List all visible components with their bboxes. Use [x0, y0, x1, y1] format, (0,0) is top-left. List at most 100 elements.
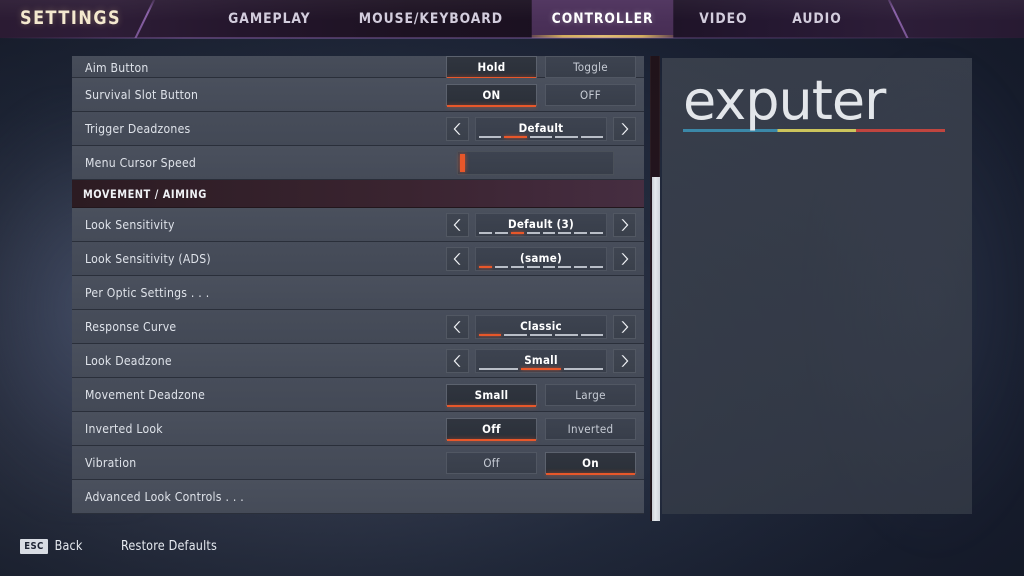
- watermark-text: exputer: [683, 69, 886, 132]
- tab-bar: GAMEPLAY MOUSE/KEYBOARD CONTROLLER VIDEO AUD…: [205, 0, 864, 38]
- stepper-segments: [479, 266, 603, 268]
- setting-row-aim-button[interactable]: Aim Button Hold Toggle: [72, 56, 644, 79]
- stepper-body[interactable]: (same): [475, 247, 607, 271]
- stepper-segment: [590, 266, 603, 268]
- stepper-segment: [542, 266, 556, 268]
- stepper-segment: [563, 368, 603, 370]
- toggle-option-off[interactable]: Off: [446, 418, 537, 441]
- stepper-body[interactable]: Small: [475, 349, 607, 373]
- toggle-group-movement-deadzone: Small Large: [446, 384, 636, 407]
- toggle-option-hold[interactable]: Hold: [446, 56, 537, 79]
- tab-audio[interactable]: AUDIO: [772, 0, 861, 38]
- setting-row-look-deadzone[interactable]: Look Deadzone Small: [72, 344, 644, 378]
- stepper-value: (same): [520, 250, 562, 265]
- toggle-option-small[interactable]: Small: [446, 384, 537, 407]
- stepper-body[interactable]: Default (3): [475, 213, 607, 237]
- stepper-segment: [479, 136, 502, 138]
- setting-row-per-optic-settings[interactable]: Per Optic Settings . . .: [72, 276, 644, 310]
- stepper-segment: [479, 266, 492, 268]
- setting-row-inverted-look[interactable]: Inverted Look Off Inverted: [72, 412, 644, 446]
- stepper-segment: [504, 136, 527, 138]
- settings-scrollbar[interactable]: [650, 56, 660, 521]
- stepper-segment: [504, 334, 527, 336]
- stepper-look-sensitivity-ads: (same): [446, 247, 636, 271]
- tab-video[interactable]: VIDEO: [679, 0, 767, 38]
- toggle-option-toggle[interactable]: Toggle: [545, 56, 636, 78]
- toggle-group-vibration: Off On: [446, 452, 636, 475]
- stepper-segment: [590, 232, 603, 234]
- stepper-segment: [510, 232, 524, 234]
- toggle-option-inverted[interactable]: Inverted: [545, 418, 636, 440]
- chevron-left-icon[interactable]: [446, 315, 469, 339]
- stepper-segment: [510, 266, 524, 268]
- toggle-option-off[interactable]: OFF: [545, 84, 636, 106]
- slider-handle[interactable]: [460, 154, 465, 172]
- back-label[interactable]: Back: [55, 539, 83, 554]
- stepper-look-deadzone: Small: [446, 349, 636, 373]
- stepper-segment: [555, 334, 578, 336]
- setting-label: Look Sensitivity (ADS): [85, 251, 211, 266]
- stepper-segment: [479, 368, 519, 370]
- stepper-value: Classic: [520, 318, 562, 333]
- setting-control: Small Large: [446, 378, 636, 412]
- chevron-right-icon[interactable]: [613, 247, 636, 271]
- toggle-group-inverted-look: Off Inverted: [446, 418, 636, 441]
- setting-row-look-sensitivity-ads[interactable]: Look Sensitivity (ADS) (same): [72, 242, 644, 276]
- setting-label: Trigger Deadzones: [85, 121, 191, 136]
- chevron-right-icon[interactable]: [613, 213, 636, 237]
- chevron-right-icon[interactable]: [613, 315, 636, 339]
- stepper-segment: [542, 232, 556, 234]
- restore-defaults-button[interactable]: Restore Defaults: [121, 539, 217, 554]
- toggle-option-on[interactable]: ON: [446, 84, 537, 107]
- stepper-segment: [574, 266, 588, 268]
- slider-menu-cursor-speed[interactable]: [457, 151, 614, 175]
- stepper-body[interactable]: Classic: [475, 315, 607, 339]
- tab-gameplay[interactable]: GAMEPLAY: [208, 0, 330, 38]
- setting-control: (same): [446, 242, 636, 276]
- setting-row-menu-cursor-speed[interactable]: Menu Cursor Speed: [72, 146, 644, 180]
- setting-row-advanced-look-controls[interactable]: Advanced Look Controls . . .: [72, 480, 644, 514]
- stepper-value: Default (3): [508, 216, 574, 231]
- setting-control: Off On: [446, 446, 636, 480]
- stepper-value: Small: [524, 352, 558, 367]
- setting-label: Inverted Look: [85, 421, 163, 436]
- scrollbar-thumb[interactable]: [652, 177, 660, 521]
- chevron-left-icon[interactable]: [446, 349, 469, 373]
- setting-row-look-sensitivity[interactable]: Look Sensitivity Default (3): [72, 208, 644, 242]
- setting-row-survival-slot-button[interactable]: Survival Slot Button ON OFF: [72, 78, 644, 112]
- toggle-option-large[interactable]: Large: [545, 384, 636, 406]
- setting-row-trigger-deadzones[interactable]: Trigger Deadzones Default: [72, 112, 644, 146]
- toggle-option-off[interactable]: Off: [446, 452, 537, 474]
- setting-control: Small: [446, 344, 636, 378]
- tab-controller[interactable]: CONTROLLER: [531, 0, 674, 38]
- chevron-right-icon[interactable]: [613, 349, 636, 373]
- setting-label: Per Optic Settings . . .: [85, 285, 210, 300]
- stepper-segment: [479, 232, 492, 234]
- setting-row-vibration[interactable]: Vibration Off On: [72, 446, 644, 480]
- stepper-segment: [558, 232, 572, 234]
- stepper-segment: [574, 232, 588, 234]
- stepper-body[interactable]: Default: [475, 117, 607, 141]
- setting-label: Aim Button: [85, 60, 149, 75]
- setting-row-response-curve[interactable]: Response Curve Classic: [72, 310, 644, 344]
- setting-row-movement-deadzone[interactable]: Movement Deadzone Small Large: [72, 378, 644, 412]
- toggle-option-on[interactable]: On: [545, 452, 636, 475]
- chevron-right-icon[interactable]: [613, 117, 636, 141]
- esc-key-badge[interactable]: ESC: [20, 538, 48, 554]
- stepper-segments: [479, 368, 603, 370]
- setting-control: [457, 146, 614, 180]
- setting-control: Hold Toggle: [446, 56, 636, 79]
- tab-mouse-keyboard[interactable]: MOUSE/KEYBOARD: [339, 0, 523, 38]
- setting-control: Default: [446, 112, 636, 146]
- chevron-left-icon[interactable]: [446, 213, 469, 237]
- setting-label: Look Deadzone: [85, 353, 172, 368]
- preview-panel: exputer: [662, 58, 972, 514]
- watermark: exputer: [683, 74, 951, 132]
- stepper-segment: [526, 266, 540, 268]
- setting-control: Off Inverted: [446, 412, 636, 446]
- settings-list: Aim Button Hold Toggle Survival Slot Button…: [72, 56, 644, 521]
- chevron-left-icon[interactable]: [446, 247, 469, 271]
- stepper-segment: [580, 334, 604, 336]
- chevron-left-icon[interactable]: [446, 117, 469, 141]
- setting-label: Menu Cursor Speed: [85, 155, 197, 170]
